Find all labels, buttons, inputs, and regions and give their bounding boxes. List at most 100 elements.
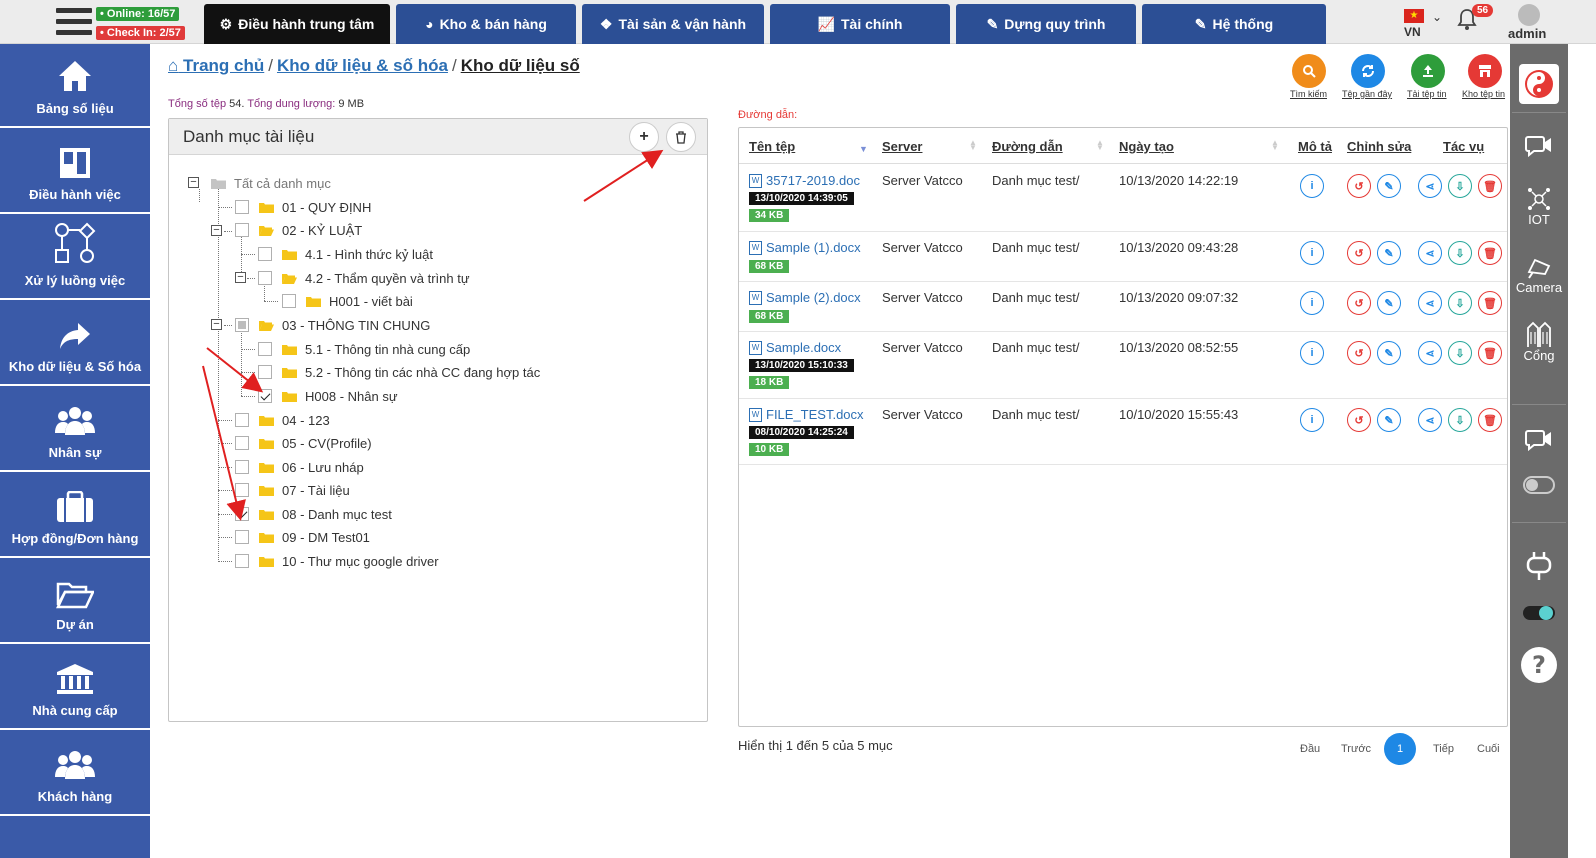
edit-icon[interactable]: ✎ [1377, 408, 1401, 432]
file-name-link[interactable]: W Sample (1).docx [749, 240, 861, 255]
server-cell: Server Vatcco [882, 407, 963, 422]
download-icon[interactable]: ⇩ [1448, 408, 1472, 432]
download-icon[interactable]: ⇩ [1448, 174, 1472, 198]
camera-button[interactable]: Camera [1510, 254, 1568, 295]
edit-icon[interactable]: ✎ [1377, 174, 1401, 198]
nav-tab-tai-chinh[interactable]: 📈 Tài chính [770, 4, 950, 44]
upload-label[interactable]: Tải tệp tin [1407, 89, 1447, 99]
sidebar-item-bang-so-lieu[interactable]: Bảng số liệu [0, 44, 150, 128]
toggle-off-switch[interactable] [1510, 476, 1568, 494]
file-name-link[interactable]: W Sample.docx [749, 340, 841, 355]
file-name-link[interactable]: W Sample (2).docx [749, 290, 861, 305]
sidebar-item-khach-hang[interactable]: Khách hàng [0, 732, 150, 816]
recent-files-button[interactable] [1351, 54, 1385, 88]
info-icon[interactable]: i [1300, 341, 1324, 365]
sidebar-item-du-an[interactable]: Dự án [0, 560, 150, 644]
file-name-link[interactable]: W 35717-2019.doc [749, 173, 860, 188]
tree-node[interactable]: 10 - Thư mục google driver [235, 551, 439, 571]
info-icon[interactable]: i [1300, 241, 1324, 265]
trash-icon[interactable]: 🗑 [1478, 408, 1502, 432]
sort-desc-icon[interactable]: ▼ [859, 144, 868, 154]
pagination-prev[interactable]: Trước [1341, 743, 1371, 755]
nav-tab-kho-ban-hang[interactable]: ◕ Kho & bán hàng [396, 4, 576, 44]
nav-tab-tai-san[interactable]: ❖ Tài sản & vận hành [582, 4, 764, 44]
annotation-arrow [583, 149, 664, 202]
language-label[interactable]: VN [1404, 25, 1421, 39]
nav-tab-dung-quy-trinh[interactable]: ✎ Dựng quy trình [956, 4, 1136, 44]
date-cell: 10/13/2020 08:52:55 [1119, 340, 1239, 355]
hamburger-menu-icon[interactable] [56, 8, 92, 38]
file-store-label[interactable]: Kho tệp tin [1462, 89, 1505, 99]
edit-icon[interactable]: ✎ [1377, 341, 1401, 365]
word-file-icon: W [749, 340, 762, 355]
server-cell: Server Vatcco [882, 290, 963, 305]
trash-icon[interactable]: 🗑 [1478, 291, 1502, 315]
pagination-next[interactable]: Tiếp [1433, 743, 1454, 755]
sort-icon[interactable]: ▲ ▼ [1096, 139, 1104, 152]
download-icon[interactable]: ⇩ [1448, 291, 1472, 315]
plug-icon[interactable] [1510, 550, 1568, 582]
trash-icon[interactable]: 🗑 [1478, 241, 1502, 265]
history-icon[interactable]: ↺ [1347, 241, 1371, 265]
pagination-page-1[interactable]: 1 [1384, 733, 1416, 765]
column-header-date[interactable]: Ngày tạo [1119, 139, 1174, 154]
pagination-first[interactable]: Đầu [1300, 743, 1320, 755]
nav-tab-he-thong[interactable]: ✎ Hệ thống [1142, 4, 1326, 44]
trash-icon[interactable]: 🗑 [1478, 341, 1502, 365]
share-icon[interactable]: ⋖ [1418, 241, 1442, 265]
info-icon[interactable]: i [1300, 291, 1324, 315]
trash-icon[interactable]: 🗑 [1478, 174, 1502, 198]
sidebar-item-hop-dong[interactable]: Hợp đồng/Đơn hàng [0, 474, 150, 558]
sidebar-item-kho-du-lieu[interactable]: Kho dữ liệu & Số hóa [0, 302, 150, 386]
share-icon[interactable]: ⋖ [1418, 341, 1442, 365]
avatar[interactable] [1518, 4, 1540, 26]
column-header-path[interactable]: Đường dẫn [992, 139, 1063, 154]
tree-checkbox[interactable] [235, 554, 249, 568]
edit-icon[interactable]: ✎ [1377, 291, 1401, 315]
chart-icon: 📈 [817, 15, 835, 32]
word-file-icon: W [749, 240, 762, 255]
file-name-link[interactable]: W FILE_TEST.docx [749, 407, 864, 422]
info-icon[interactable]: i [1300, 174, 1324, 198]
sort-icon[interactable]: ▲ ▼ [969, 139, 977, 152]
pagination-last[interactable]: Cuối [1477, 743, 1500, 755]
file-store-button[interactable] [1468, 54, 1502, 88]
download-icon[interactable]: ⇩ [1448, 241, 1472, 265]
toggle-on-switch[interactable] [1510, 604, 1568, 622]
chevron-down-icon[interactable]: ⌄ [1432, 10, 1442, 24]
iot-button[interactable]: IOT [1510, 186, 1568, 227]
breadcrumb-kho-link[interactable]: Kho dữ liệu & số hóa [277, 56, 448, 75]
search-label[interactable]: Tìm kiếm [1290, 89, 1327, 99]
share-icon[interactable]: ⋖ [1418, 174, 1442, 198]
tree-checkbox[interactable] [235, 530, 249, 544]
annotation-arrow [206, 347, 264, 393]
history-icon[interactable]: ↺ [1347, 291, 1371, 315]
gate-button[interactable]: Cổng [1510, 320, 1568, 363]
share-icon[interactable]: ⋖ [1418, 408, 1442, 432]
column-header-server[interactable]: Server [882, 139, 922, 154]
history-icon[interactable]: ↺ [1347, 408, 1371, 432]
column-header-name[interactable]: Tên tệp [749, 139, 795, 154]
sidebar-item-xu-ly-luong-viec[interactable]: Xử lý luồng việc [0, 216, 150, 300]
vietnam-flag-icon[interactable]: ★ [1404, 9, 1424, 23]
search-button[interactable] [1292, 54, 1326, 88]
tree-node[interactable]: 09 - DM Test01 [235, 527, 370, 547]
chat-video-icon[interactable] [1510, 134, 1568, 158]
sidebar-item-nhan-su[interactable]: Nhân sự [0, 388, 150, 472]
sidebar-item-dieu-hanh-viec[interactable]: Điều hành việc [0, 130, 150, 214]
help-icon[interactable]: ? [1510, 646, 1568, 684]
edit-icon[interactable]: ✎ [1377, 241, 1401, 265]
history-icon[interactable]: ↺ [1347, 174, 1371, 198]
share-icon[interactable]: ⋖ [1418, 291, 1442, 315]
sidebar-item-nha-cung-cap[interactable]: Nhà cung cấp [0, 646, 150, 730]
chat-video-icon[interactable] [1510, 428, 1568, 452]
nav-tab-dieu-hanh[interactable]: ⚙ Điều hành trung tâm [204, 4, 390, 44]
username-label[interactable]: admin [1508, 26, 1546, 41]
sort-icon[interactable]: ▲ ▼ [1271, 139, 1279, 152]
recent-files-label[interactable]: Tệp gần đây [1342, 89, 1392, 99]
breadcrumb-home-link[interactable]: ⌂ Trang chủ [168, 56, 264, 75]
info-icon[interactable]: i [1300, 408, 1324, 432]
download-icon[interactable]: ⇩ [1448, 341, 1472, 365]
history-icon[interactable]: ↺ [1347, 341, 1371, 365]
upload-button[interactable] [1411, 54, 1445, 88]
